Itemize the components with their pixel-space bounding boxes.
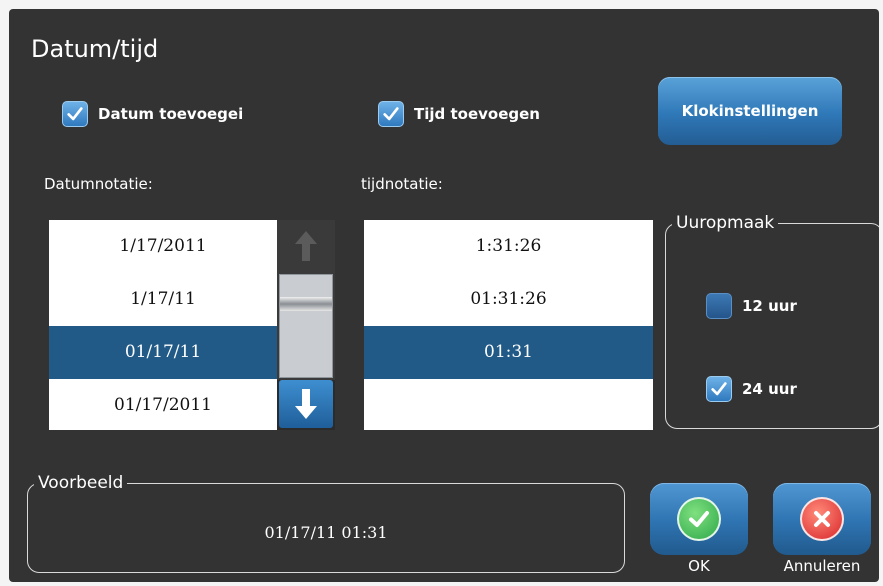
date-format-scrollbar[interactable] (277, 220, 335, 430)
checkmark-icon (383, 107, 399, 121)
list-item-selected[interactable]: 01/17/11 (49, 326, 277, 379)
add-date-label: Datum toevoegei (98, 105, 244, 123)
dialog-title: Datum/tijd (31, 35, 159, 63)
12-hour-option[interactable]: 12 uur (706, 293, 797, 319)
list-item[interactable]: 01/17/2011 (49, 379, 277, 430)
arrow-up-icon (295, 231, 317, 261)
hour-format-legend: Uuropmaak (676, 213, 775, 233)
thumb-grip (280, 297, 332, 311)
add-date-checkbox[interactable]: Datum toevoegei (62, 101, 243, 127)
checkbox-box[interactable] (62, 101, 88, 127)
list-item[interactable]: 01:31:26 (364, 273, 653, 326)
hour-format-group: Uuropmaak 12 uur 24 uur (665, 213, 879, 429)
arrow-down-icon (295, 389, 317, 419)
cancel-label: Annuleren (783, 557, 861, 575)
time-format-label: tijdnotatie: (361, 175, 443, 193)
24-hour-label: 24 uur (742, 380, 797, 398)
24-hour-option[interactable]: 24 uur (706, 376, 797, 402)
checkmark-icon (711, 382, 727, 396)
preview-group: Voorbeeld 01/17/11 01:31 (27, 473, 625, 573)
cancel-x-icon (800, 497, 844, 541)
add-time-checkbox[interactable]: Tijd toevoegen (378, 101, 540, 127)
scroll-up-button[interactable] (277, 220, 335, 272)
preview-value: 01/17/11 01:31 (264, 523, 388, 542)
checkbox-box[interactable] (706, 293, 732, 319)
12-hour-label: 12 uur (742, 297, 797, 315)
list-item-selected[interactable]: 01:31 (364, 326, 653, 379)
checkbox-box[interactable] (378, 101, 404, 127)
ok-button[interactable] (650, 483, 748, 555)
preview-legend: Voorbeeld (38, 473, 124, 493)
ok-label: OK (688, 557, 710, 575)
list-item[interactable]: 1:31:26 (364, 220, 653, 273)
scroll-thumb[interactable] (279, 274, 333, 378)
cancel-button[interactable] (773, 483, 871, 555)
checkmark-icon (67, 107, 83, 121)
date-format-list[interactable]: 1/17/2011 1/17/11 01/17/11 01/17/2011 (49, 220, 277, 430)
checkbox-box[interactable] (706, 376, 732, 402)
add-time-label: Tijd toevoegen (414, 105, 540, 123)
time-format-list[interactable]: 1:31:26 01:31:26 01:31 (364, 220, 653, 430)
scroll-down-button[interactable] (279, 380, 333, 428)
clock-settings-button[interactable]: Klokinstellingen (658, 77, 842, 145)
list-item[interactable]: 1/17/2011 (49, 220, 277, 273)
list-item[interactable]: 1/17/11 (49, 273, 277, 326)
ok-check-icon (677, 497, 721, 541)
date-time-dialog: Datum/tijd Datum toevoegei Tijd toevoege… (9, 9, 879, 582)
date-format-label: Datumnotatie: (44, 175, 153, 193)
